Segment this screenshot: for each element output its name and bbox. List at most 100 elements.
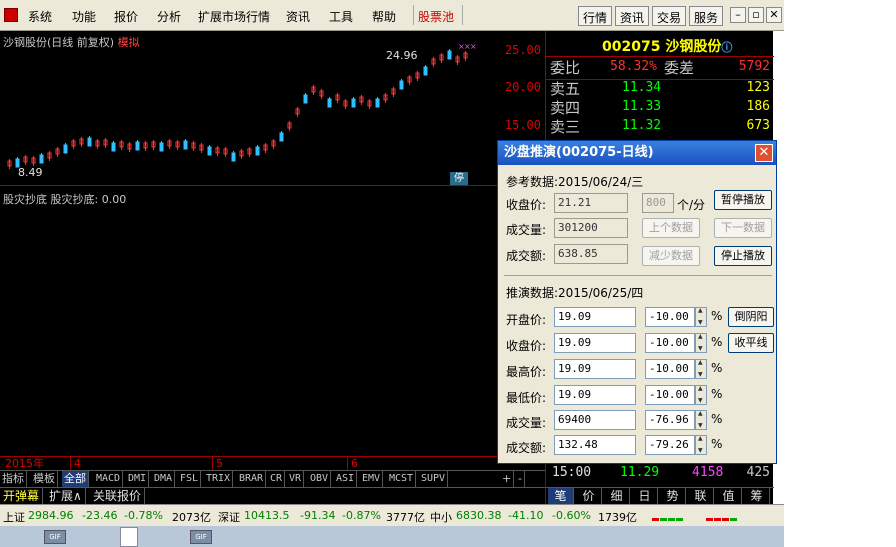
date-axis: 2015年 4 5 6 bbox=[0, 456, 545, 470]
tab-day[interactable]: 日 bbox=[632, 488, 658, 504]
flat-close-button[interactable]: 收平线 bbox=[728, 333, 774, 353]
open-pct-spinner[interactable] bbox=[695, 307, 707, 327]
open-price-input[interactable]: 19.09 bbox=[554, 307, 636, 327]
reverse-yinyang-button[interactable]: 倒阴阳 bbox=[728, 307, 774, 327]
close-pct-spinner[interactable] bbox=[695, 333, 707, 353]
news-button[interactable]: 资讯 bbox=[615, 6, 650, 26]
sz-index-value: 10413.5 bbox=[244, 509, 290, 522]
dialog-divider bbox=[504, 275, 772, 276]
low-price-input[interactable]: 19.09 bbox=[554, 385, 636, 405]
order-ratio-row: 委比 58.32% 委差 5792 bbox=[546, 56, 774, 78]
barrage-toggle[interactable]: 开弹幕 bbox=[0, 488, 44, 504]
minimize-icon[interactable]: – bbox=[730, 7, 746, 23]
menu-stock-pool[interactable]: 股票池 bbox=[418, 8, 454, 25]
tab-macd[interactable]: MACD bbox=[94, 471, 124, 487]
tab-remove-button[interactable]: - bbox=[516, 471, 525, 487]
tab-asi[interactable]: ASI bbox=[334, 471, 358, 487]
gif-thumbnail-icon[interactable]: GIF bbox=[190, 530, 212, 544]
info-icon[interactable]: ⓘ bbox=[721, 41, 732, 54]
extra-tabs: 开弹幕 扩展∧ 关联报价 bbox=[0, 487, 545, 504]
tab-chips[interactable]: 筹 bbox=[744, 488, 770, 504]
deduce-volume-input[interactable]: 69400 bbox=[554, 410, 636, 430]
close-icon[interactable]: ✕ bbox=[766, 7, 782, 23]
sme-index-label[interactable]: 中小 bbox=[430, 509, 452, 525]
tab-dmi[interactable]: DMI bbox=[126, 471, 150, 487]
service-button[interactable]: 服务 bbox=[689, 6, 724, 26]
amount-pct-input[interactable]: -79.26 bbox=[645, 435, 695, 455]
tab-detail[interactable]: 细 bbox=[604, 488, 630, 504]
tab-add-button[interactable]: + bbox=[500, 471, 515, 487]
tab-link[interactable]: 联 bbox=[688, 488, 714, 504]
high-pct-spinner[interactable] bbox=[695, 359, 707, 379]
tab-indicator[interactable]: 指标 bbox=[0, 471, 27, 487]
tab-vr[interactable]: VR bbox=[287, 471, 305, 487]
market-breadth-icon bbox=[706, 510, 746, 522]
tab-all[interactable]: 全部 bbox=[62, 471, 89, 487]
date-tick: 5 bbox=[216, 457, 223, 470]
sandbox-dialog: 沙盘推演(002075-日线) ✕ 参考数据:2015/06/24/三 收盘价:… bbox=[497, 140, 777, 464]
play-speed-field[interactable]: 800 bbox=[642, 193, 674, 213]
tab-dma[interactable]: DMA bbox=[152, 471, 176, 487]
open-pct-input[interactable]: -10.00 bbox=[645, 307, 695, 327]
pct-sign: % bbox=[711, 412, 723, 426]
menu-quote[interactable]: 报价 bbox=[114, 8, 138, 25]
pause-button[interactable]: 暂停播放 bbox=[714, 190, 772, 210]
quote-button[interactable]: 行情 bbox=[578, 6, 613, 26]
volume-pct-input[interactable]: -76.96 bbox=[645, 410, 695, 430]
close-price2-input[interactable]: 19.09 bbox=[554, 333, 636, 353]
reduce-data-button[interactable]: 减少数据 bbox=[642, 246, 700, 266]
date-tick: 4 bbox=[74, 457, 81, 470]
tab-obv[interactable]: OBV bbox=[308, 471, 332, 487]
high-pct-input[interactable]: -10.00 bbox=[645, 359, 695, 379]
tab-cr[interactable]: CR bbox=[268, 471, 286, 487]
low-pct-input[interactable]: -10.00 bbox=[645, 385, 695, 405]
gif-thumbnail-icon[interactable]: GIF bbox=[44, 530, 66, 544]
ask-volume: 673 bbox=[746, 118, 770, 133]
taskbar: GIF GIF bbox=[0, 526, 784, 547]
stop-button[interactable]: 停止播放 bbox=[714, 246, 772, 266]
status-bar: 上证 2984.96 -23.46 -0.78% 2073亿 深证 10413.… bbox=[0, 504, 784, 526]
menu-system[interactable]: 系统 bbox=[28, 8, 52, 25]
app-logo-icon[interactable] bbox=[4, 8, 18, 22]
tab-template[interactable]: 模板 bbox=[31, 471, 58, 487]
tab-fsl[interactable]: FSL bbox=[178, 471, 202, 487]
file-icon[interactable] bbox=[120, 527, 138, 547]
ask-price: 11.34 bbox=[622, 80, 662, 95]
menu-tools[interactable]: 工具 bbox=[329, 8, 353, 25]
menu-extended-market[interactable]: 扩展市场行情 bbox=[198, 8, 270, 25]
tab-supv[interactable]: SUPV bbox=[419, 471, 449, 487]
high-price-input[interactable]: 19.09 bbox=[554, 359, 636, 379]
menu-news[interactable]: 资讯 bbox=[286, 8, 310, 25]
menu-analysis[interactable]: 分析 bbox=[157, 8, 181, 25]
restore-icon[interactable]: ▫ bbox=[748, 7, 764, 23]
tab-trix[interactable]: TRIX bbox=[204, 471, 234, 487]
sz-index-pct: -0.87% bbox=[342, 509, 381, 522]
menu-function[interactable]: 功能 bbox=[72, 8, 96, 25]
tab-emv[interactable]: EMV bbox=[360, 471, 384, 487]
date-tick: 6 bbox=[351, 457, 358, 470]
tab-mcst[interactable]: MCST bbox=[387, 471, 417, 487]
tab-trend[interactable]: 势 bbox=[660, 488, 686, 504]
sh-index-label[interactable]: 上证 bbox=[3, 509, 25, 525]
amount-pct-spinner[interactable] bbox=[695, 435, 707, 455]
deduce-amount-label: 成交额: bbox=[506, 441, 547, 455]
sz-index-label[interactable]: 深证 bbox=[218, 509, 240, 525]
next-data-button[interactable]: 下一数据 bbox=[714, 218, 772, 238]
tab-ticks[interactable]: 笔 bbox=[548, 488, 574, 504]
dialog-title[interactable]: 沙盘推演(002075-日线) bbox=[498, 141, 776, 165]
volume-pct-spinner[interactable] bbox=[695, 410, 707, 430]
tab-value[interactable]: 值 bbox=[716, 488, 742, 504]
trade-button[interactable]: 交易 bbox=[652, 6, 687, 26]
related-quote-button[interactable]: 关联报价 bbox=[90, 488, 146, 504]
dialog-close-button[interactable]: ✕ bbox=[755, 144, 773, 162]
menu-help[interactable]: 帮助 bbox=[372, 8, 396, 25]
prev-data-button[interactable]: 上个数据 bbox=[642, 218, 700, 238]
tab-price[interactable]: 价 bbox=[576, 488, 602, 504]
deduce-amount-input[interactable]: 132.48 bbox=[554, 435, 636, 455]
candle-body bbox=[39, 154, 44, 164]
extend-button[interactable]: 扩展∧ bbox=[46, 488, 86, 504]
low-pct-spinner[interactable] bbox=[695, 385, 707, 405]
tab-brar[interactable]: BRAR bbox=[237, 471, 267, 487]
close-pct-input[interactable]: -10.00 bbox=[645, 333, 695, 353]
kline-chart[interactable]: × × × 沙钢股份(日线 前复权) 模拟 24.96 8.49 停 股灾抄底 股灾… bbox=[0, 31, 545, 456]
